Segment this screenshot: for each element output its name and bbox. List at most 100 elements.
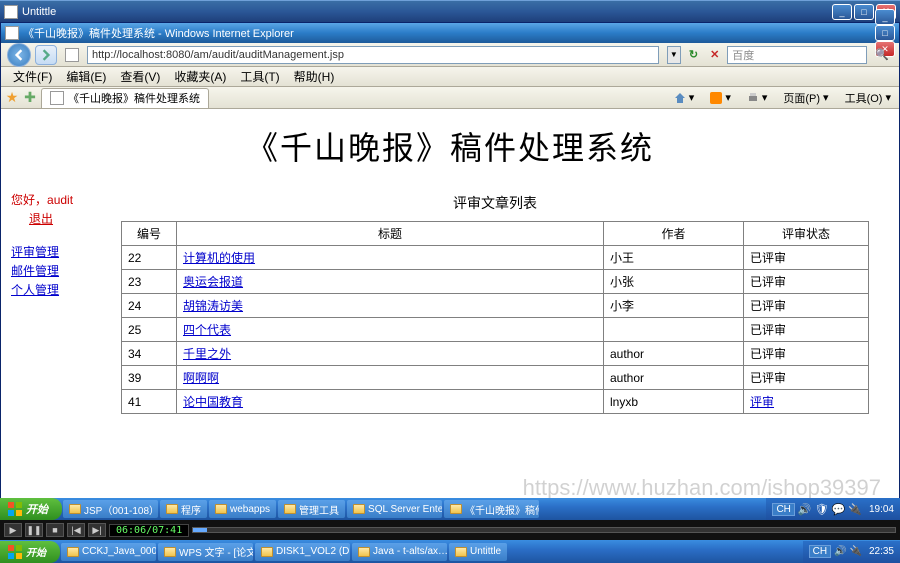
tray-icon[interactable]: 🔊: [834, 546, 846, 557]
article-title-link[interactable]: 胡锦涛访美: [183, 299, 243, 313]
tools-menu-button[interactable]: 工具(O) ▾: [839, 89, 897, 107]
search-go-button[interactable]: 🔍: [871, 46, 893, 63]
address-bar[interactable]: http://localhost:8080/am/audit/auditMana…: [87, 46, 659, 64]
search-input[interactable]: 百度: [727, 46, 867, 64]
table-row: 41论中国教育lnyxb评审: [122, 390, 869, 414]
folder-icon: [164, 547, 176, 557]
browser-tab[interactable]: 《千山晚报》稿件处理系统: [41, 88, 209, 108]
cell-id: 23: [122, 270, 177, 294]
menu-file[interactable]: 文件(F): [7, 67, 58, 86]
taskbar-item-label: SQL Server Enter…: [368, 504, 442, 515]
menu-edit[interactable]: 编辑(E): [60, 67, 112, 86]
page-header: 《千山晚报》稿件处理系统: [1, 109, 899, 183]
taskbar-item[interactable]: DISK1_VOL2 (D:): [255, 543, 350, 561]
taskbar-item[interactable]: 程序: [160, 500, 207, 518]
feeds-icon: [710, 92, 722, 104]
table-row: 25四个代表已评审: [122, 318, 869, 342]
cell-status: 已评审: [744, 294, 869, 318]
col-status: 评审状态: [744, 222, 869, 246]
cell-title: 千里之外: [177, 342, 604, 366]
taskbar-item[interactable]: 《千山晚报》稿件…: [444, 500, 539, 518]
taskbar-item[interactable]: WPS 文字 - [论文…: [158, 543, 253, 561]
taskbar-item-label: 管理工具: [299, 502, 339, 517]
system-tray: CH 🔊 🛡 💬 🔌 19:04: [766, 498, 900, 520]
article-title-link[interactable]: 千里之外: [183, 347, 231, 361]
review-link[interactable]: 评审: [750, 395, 774, 409]
welcome-text: 您好，audit: [11, 191, 113, 208]
sidebar-link-review[interactable]: 评审管理: [11, 243, 113, 260]
print-button[interactable]: ▾: [741, 90, 774, 105]
refresh-button[interactable]: ↻: [685, 46, 702, 63]
taskbar-item-label: JSP（001-108）薛宁: [84, 502, 158, 517]
article-title-link[interactable]: 四个代表: [183, 323, 231, 337]
pause-button[interactable]: ❚❚: [25, 523, 43, 537]
tray-icon[interactable]: 🔊: [798, 503, 812, 516]
favorites-star-icon[interactable]: ★: [3, 89, 21, 107]
prev-button[interactable]: |◀: [67, 523, 85, 537]
article-title-link[interactable]: 啊啊啊: [183, 371, 219, 385]
play-button[interactable]: ▶: [4, 523, 22, 537]
seek-bar[interactable]: [192, 527, 896, 533]
taskbar-item-label: webapps: [230, 504, 270, 515]
cell-status: 已评审: [744, 246, 869, 270]
home-button[interactable]: ▾: [668, 90, 701, 105]
article-title-link[interactable]: 计算机的使用: [183, 251, 255, 265]
taskbar-item[interactable]: CCKJ_Java_0005_…: [61, 543, 156, 561]
cell-status: 评审: [744, 390, 869, 414]
forward-button[interactable]: [35, 45, 57, 65]
maximize-button[interactable]: □: [854, 4, 874, 20]
start-button[interactable]: 开始: [0, 498, 62, 520]
taskbar-item[interactable]: 管理工具: [278, 500, 345, 518]
cell-author: author: [604, 342, 744, 366]
clock: 19:04: [869, 504, 894, 515]
article-title-link[interactable]: 奥运会报道: [183, 275, 243, 289]
tray-icon[interactable]: 🛡: [815, 503, 829, 516]
start-button-2[interactable]: 开始: [0, 541, 60, 563]
tray-icon[interactable]: 🔌: [850, 546, 862, 557]
taskbar-item[interactable]: JSP（001-108）薛宁: [63, 500, 158, 518]
menu-favorites[interactable]: 收藏夹(A): [168, 67, 232, 86]
taskbar-item[interactable]: SQL Server Enter…: [347, 500, 442, 518]
stop-button[interactable]: ✕: [706, 46, 723, 63]
main-area: 评审文章列表 编号 标题 作者 评审状态 22计算机的使用小王已评审23奥运会报…: [121, 183, 899, 519]
cell-author: 小王: [604, 246, 744, 270]
ie-maximize-button[interactable]: □: [875, 25, 895, 41]
language-indicator[interactable]: CH: [772, 503, 794, 516]
taskbar-item[interactable]: Untittle: [449, 543, 507, 561]
cell-title: 奥运会报道: [177, 270, 604, 294]
sidebar-link-mail[interactable]: 邮件管理: [11, 262, 113, 279]
taskbar-item-label: 《千山晚报》稿件…: [465, 502, 539, 517]
folder-icon: [284, 504, 296, 514]
page-menu-button[interactable]: 页面(P) ▾: [777, 89, 834, 107]
language-indicator-2[interactable]: CH: [809, 545, 831, 558]
article-title-link[interactable]: 论中国教育: [183, 395, 243, 409]
cell-author: author: [604, 366, 744, 390]
taskbar-item[interactable]: Java - t-alts/ax…: [352, 543, 447, 561]
stop-button[interactable]: ■: [46, 523, 64, 537]
ie-minimize-button[interactable]: _: [875, 9, 895, 25]
ie-nav-toolbar: http://localhost:8080/am/audit/auditMana…: [1, 43, 899, 67]
sidebar-link-personal[interactable]: 个人管理: [11, 281, 113, 298]
folder-icon: [455, 547, 467, 557]
menu-tools[interactable]: 工具(T): [234, 67, 285, 86]
minimize-button[interactable]: _: [832, 4, 852, 20]
logout-link[interactable]: 退出: [29, 210, 53, 227]
menu-view[interactable]: 查看(V): [114, 67, 166, 86]
timecode: 06:06/07:41: [109, 524, 189, 537]
tray-icon[interactable]: 💬: [832, 503, 846, 516]
back-button[interactable]: [7, 43, 31, 67]
print-icon: [747, 92, 759, 104]
menu-help[interactable]: 帮助(H): [288, 67, 341, 86]
tray-icon[interactable]: 🔌: [848, 503, 862, 516]
taskbar-item-label: DISK1_VOL2 (D:): [276, 546, 350, 557]
cell-id: 22: [122, 246, 177, 270]
col-author: 作者: [604, 222, 744, 246]
taskbar-item-label: 程序: [181, 502, 201, 517]
taskbar-item-label: Java - t-alts/ax…: [373, 546, 447, 557]
next-button[interactable]: ▶|: [88, 523, 106, 537]
taskbar-item[interactable]: webapps: [209, 500, 276, 518]
address-dropdown[interactable]: ▼: [667, 46, 681, 64]
feeds-button[interactable]: ▾: [704, 90, 737, 105]
refresh-icon: ↻: [689, 48, 698, 61]
add-favorites-icon[interactable]: ✚: [21, 89, 39, 107]
